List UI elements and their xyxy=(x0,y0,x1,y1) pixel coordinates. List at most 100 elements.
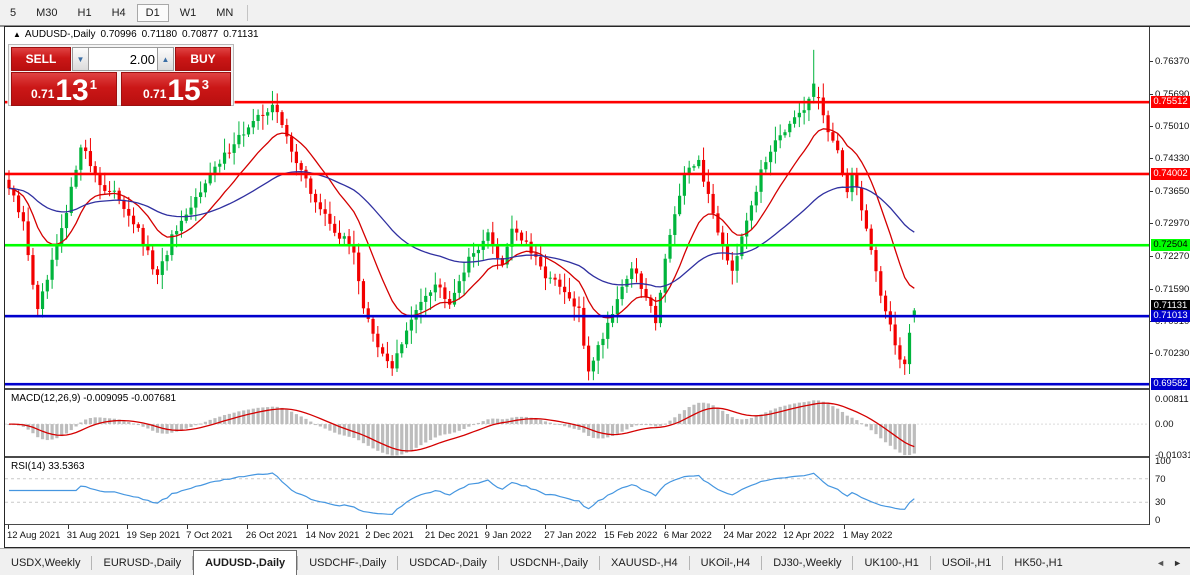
price-axis[interactable]: 0.76370 0.75690 0.75010 0.74330 0.73650 0.729… xyxy=(1149,27,1190,526)
quote-high: 0.71180 xyxy=(141,29,178,40)
collapse-trade-panel-icon[interactable]: ▲ xyxy=(13,30,21,39)
sell-price-pips: 13 xyxy=(55,74,89,107)
price-tick-label: 0.72970 xyxy=(1155,217,1190,229)
macd-scale-label: 0.00 xyxy=(1155,419,1174,431)
volume-increase-button[interactable]: ▲ xyxy=(157,47,174,71)
time-tick-label: 31 Aug 2021 xyxy=(66,530,121,541)
macd-indicator-pane[interactable]: MACD(12,26,9) -0.009095 -0.007681 xyxy=(5,390,1149,458)
buy-button[interactable]: BUY xyxy=(175,47,231,71)
timeframe-button-w1[interactable]: W1 xyxy=(171,4,206,22)
price-tick-label: 0.72270 xyxy=(1155,251,1190,263)
price-tick-mark xyxy=(1150,256,1153,258)
buy-price-point: 3 xyxy=(201,77,209,92)
rsi-scale-label: 70 xyxy=(1155,473,1166,485)
time-axis[interactable]: 12 Aug 2021 31 Aug 2021 19 Sep 2021 7 Oct 2… xyxy=(5,525,1149,547)
timeframe-button-h4[interactable]: H4 xyxy=(103,4,135,22)
buy-price-display[interactable]: 0.71 15 3 xyxy=(121,72,231,106)
time-tick-mark xyxy=(485,525,487,529)
time-tick-label: 12 Aug 2021 xyxy=(7,530,61,541)
time-tick-mark xyxy=(605,525,606,529)
tab-usdcad-daily[interactable]: USDCAD-,Daily xyxy=(398,549,498,575)
time-tick-mark xyxy=(127,525,129,529)
tab-audusd-daily[interactable]: AUDUSD-,Daily xyxy=(193,550,298,575)
time-tick-mark xyxy=(843,525,845,529)
tab-scroll-right-icon[interactable]: ► xyxy=(1173,558,1182,568)
tab-usdchf-daily[interactable]: USDCHF-,Daily xyxy=(298,549,397,575)
price-tick-mark xyxy=(1150,61,1153,63)
volume-decrease-button[interactable]: ▼ xyxy=(72,47,89,71)
price-tick-label: 0.75010 xyxy=(1155,120,1190,132)
sell-button[interactable]: SELL xyxy=(11,47,71,71)
trading-terminal: 5 M30 H1 H4 D1 W1 MN ▲ AUDUSD-,Daily 0.70996 0.71… xyxy=(0,0,1190,575)
sell-price-display[interactable]: 0.71 13 1 xyxy=(11,72,117,106)
macd-chart xyxy=(5,400,1149,456)
tab-uk100-h1[interactable]: UK100-,H1 xyxy=(853,549,929,575)
time-tick-mark xyxy=(545,525,547,529)
tab-eurusd-daily[interactable]: EURUSD-,Daily xyxy=(92,549,192,575)
time-tick-label: 2 Dec 2021 xyxy=(365,530,414,541)
rsi-indicator-pane[interactable]: RSI(14) 33.5363 xyxy=(5,458,1149,525)
rsi-scale-label: 30 xyxy=(1155,497,1166,509)
chart-symbol-period: AUDUSD-,Daily xyxy=(24,29,96,40)
time-tick-label: 21 Dec 2021 xyxy=(424,530,479,541)
price-tick-label: 0.73650 xyxy=(1155,185,1190,197)
time-tick-mark xyxy=(425,525,427,529)
timeframe-button-d1[interactable]: D1 xyxy=(136,3,169,22)
chart-title: ▲ AUDUSD-,Daily 0.70996 0.71180 0.70877 0.711… xyxy=(13,29,264,40)
timeframe-button-m30[interactable]: M30 xyxy=(27,4,66,22)
quote-low: 0.70877 xyxy=(182,29,219,40)
time-tick-mark xyxy=(366,525,368,529)
time-tick-label: 14 Nov 2021 xyxy=(305,530,360,541)
tab-xauusd-h4[interactable]: XAUUSD-,H4 xyxy=(600,549,689,575)
macd-label: MACD(12,26,9) -0.009095 -0.007681 xyxy=(11,393,177,404)
rsi-label: RSI(14) 33.5363 xyxy=(11,461,85,472)
time-tick-mark xyxy=(67,525,69,529)
time-tick-mark xyxy=(306,525,308,529)
time-tick-label: 19 Sep 2021 xyxy=(126,530,181,541)
hline-price-badge: 0.75512 xyxy=(1151,96,1190,109)
timeframe-button-h1[interactable]: H1 xyxy=(69,4,101,22)
chart-tab-bar: USDX,Weekly EURUSD-,Daily AUDUSD-,Daily USD… xyxy=(0,548,1190,575)
tab-scroll-left-icon[interactable]: ◄ xyxy=(1156,558,1165,568)
tab-usdcnh-daily[interactable]: USDCNH-,Daily xyxy=(499,549,599,575)
buy-price-base: 0.71 xyxy=(143,87,167,101)
toolbar-divider xyxy=(247,4,249,21)
hline-price-badge: 0.69582 xyxy=(1151,378,1190,391)
rsi-scale-label: 100 xyxy=(1155,456,1171,467)
macd-scale-label: 0.00811 xyxy=(1155,394,1189,406)
price-tick-mark xyxy=(1150,93,1153,95)
hline-price-badge: 0.74002 xyxy=(1151,167,1190,180)
sell-price-point: 1 xyxy=(89,77,97,92)
timeframe-button-mn[interactable]: MN xyxy=(207,4,242,22)
time-tick-label: 26 Oct 2021 xyxy=(245,530,298,541)
tab-dj30-weekly[interactable]: DJ30-,Weekly xyxy=(762,549,852,575)
time-tick-mark xyxy=(8,525,9,529)
hline-price-badge: 0.71013 xyxy=(1151,310,1190,323)
time-tick-label: 7 Oct 2021 xyxy=(186,530,233,541)
price-tick-label: 0.76370 xyxy=(1155,56,1190,68)
time-tick-label: 12 Apr 2022 xyxy=(783,530,835,541)
tab-usdx-weekly[interactable]: USDX,Weekly xyxy=(0,549,91,575)
quote-open: 0.70996 xyxy=(100,29,137,40)
timeframe-toolbar: 5 M30 H1 H4 D1 W1 MN xyxy=(0,0,1190,27)
chart-window: ▲ AUDUSD-,Daily 0.70996 0.71180 0.70877 0.711… xyxy=(4,26,1190,548)
price-tick-label: 0.71590 xyxy=(1155,283,1190,295)
volume-input[interactable] xyxy=(88,47,160,71)
price-tick-mark xyxy=(1150,353,1153,355)
one-click-trading-panel: SELL ▼ ▲ BUY 0.71 13 1 0.71 15 3 xyxy=(8,44,234,106)
time-tick-label: 6 Mar 2022 xyxy=(663,530,712,541)
tab-ukoil-h4[interactable]: UKOil-,H4 xyxy=(690,549,762,575)
time-tick-mark xyxy=(187,525,189,529)
time-tick-mark xyxy=(784,525,786,529)
price-tick-mark xyxy=(1150,288,1153,290)
timeframe-button-5[interactable]: 5 xyxy=(1,4,25,22)
time-tick-label: 1 May 2022 xyxy=(842,530,893,541)
rsi-scale-label: 0 xyxy=(1155,515,1161,526)
buy-price-pips: 15 xyxy=(167,74,201,107)
price-chart-pane[interactable]: SELL ▼ ▲ BUY 0.71 13 1 0.71 15 3 xyxy=(5,27,1149,390)
tab-hk50-h1[interactable]: HK50-,H1 xyxy=(1003,549,1073,575)
tab-usoil-h1[interactable]: USOil-,H1 xyxy=(931,549,1003,575)
time-tick-label: 15 Feb 2022 xyxy=(604,530,658,541)
price-tick-label: 0.74330 xyxy=(1155,153,1190,165)
time-tick-mark xyxy=(724,525,726,529)
